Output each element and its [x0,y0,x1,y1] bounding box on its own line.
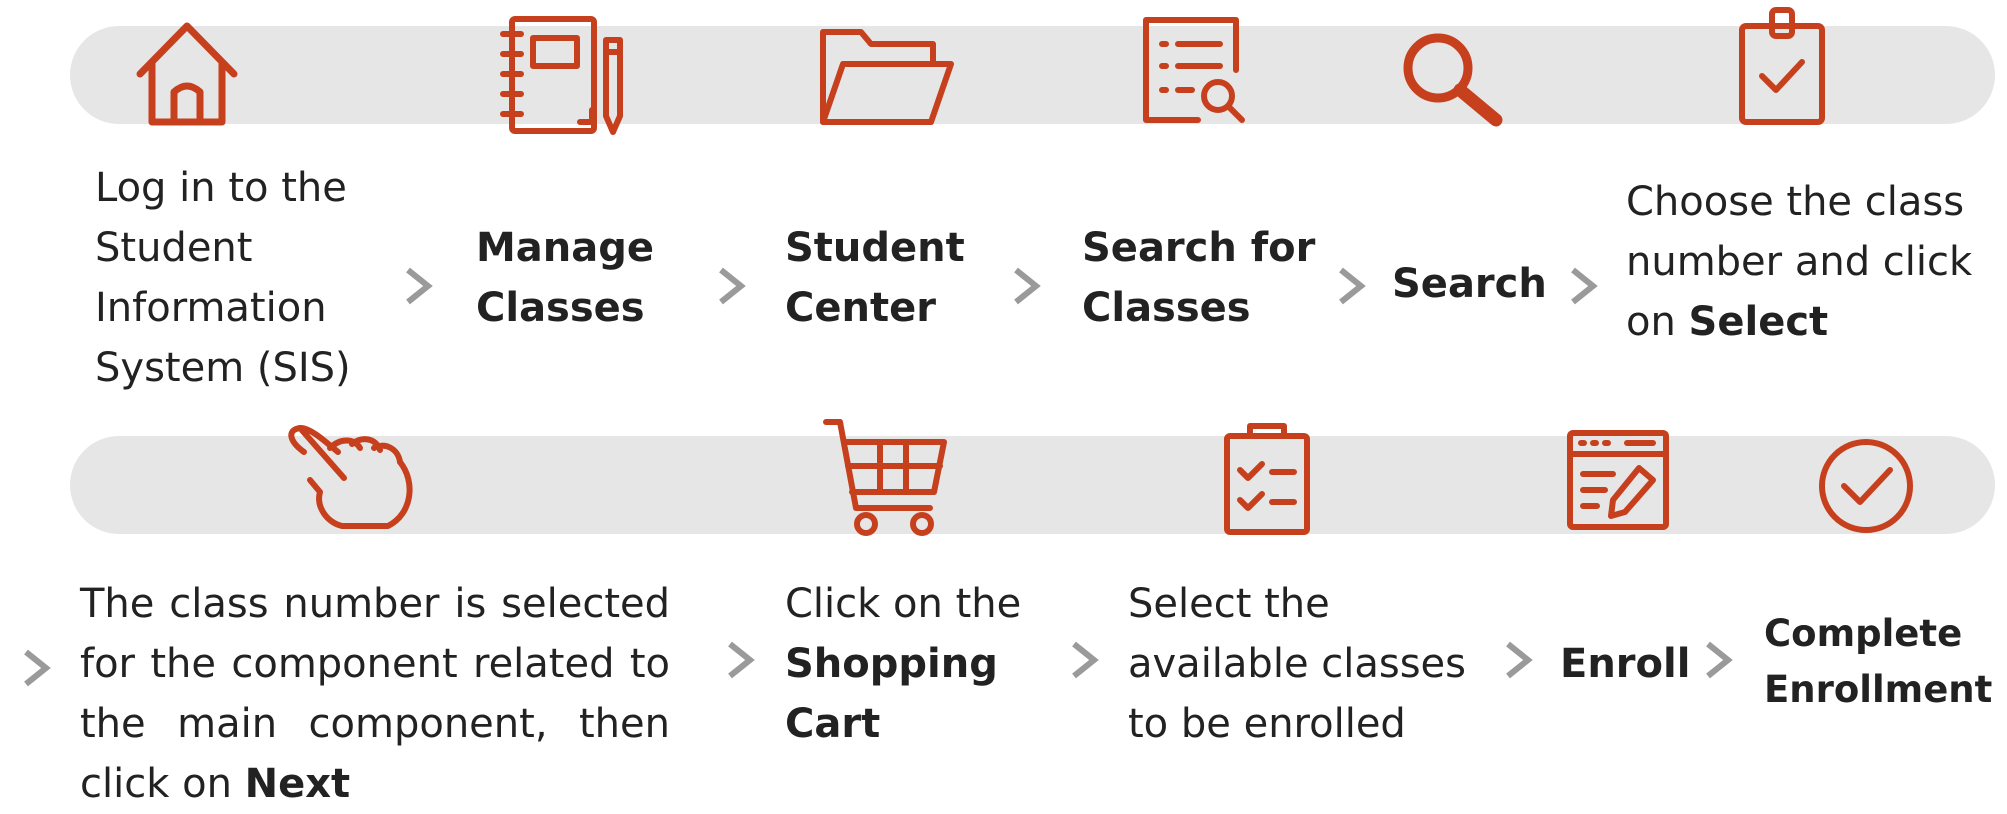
check-circle-icon [1816,436,1916,536]
chevron-right-icon [1565,266,1601,306]
chevron-right-icon [1066,640,1102,680]
chevron-right-icon [713,266,749,306]
chevron-right-icon [722,640,758,680]
step-select-available: Select the available classes to be enrol… [1128,581,1467,747]
step-manage-classes: Manage Classes [476,225,655,331]
row-1-band [70,26,1995,124]
next-keyword: Next [244,761,351,807]
step-class-selected-text: The class number is selected for the com… [80,581,670,807]
step-class-selected: The class number is selected for the com… [80,574,670,814]
chevron-right-icon [1500,640,1536,680]
checklist-icon [1222,420,1312,536]
shopping-cart-icon [822,416,948,542]
list-search-icon [1140,14,1250,126]
search-icon [1400,30,1504,128]
folder-icon [817,24,957,128]
chevron-right-icon [1008,266,1044,306]
step-choose-class: Choose the class number and click on Sel… [1626,172,2001,352]
step-login: Log in to the Student Information System… [95,165,351,391]
step-shopping-cart: Click on the Shopping Cart [785,574,1055,754]
step-search: Search [1392,261,1547,307]
step-search-for-classes: Search for Classes [1082,225,1316,331]
clipboard-check-icon [1736,6,1828,126]
chevron-right-icon [18,648,54,688]
notebook-icon [500,14,630,136]
shopping-cart-keyword: Shopping Cart [785,641,998,747]
chevron-right-icon [400,266,436,306]
step-shopping-cart-text: Click on the [785,581,1022,627]
step-enroll: Enroll [1560,641,1691,687]
chevron-right-icon [1333,266,1369,306]
step-complete-enrollment: Complete Enrollment [1764,612,1993,711]
step-student-center: Student Center [785,225,965,331]
chevron-right-icon [1700,640,1736,680]
home-icon [134,18,240,128]
edit-window-icon [1565,428,1671,532]
pointing-hand-icon [280,422,430,532]
select-keyword: Select [1688,299,1829,345]
